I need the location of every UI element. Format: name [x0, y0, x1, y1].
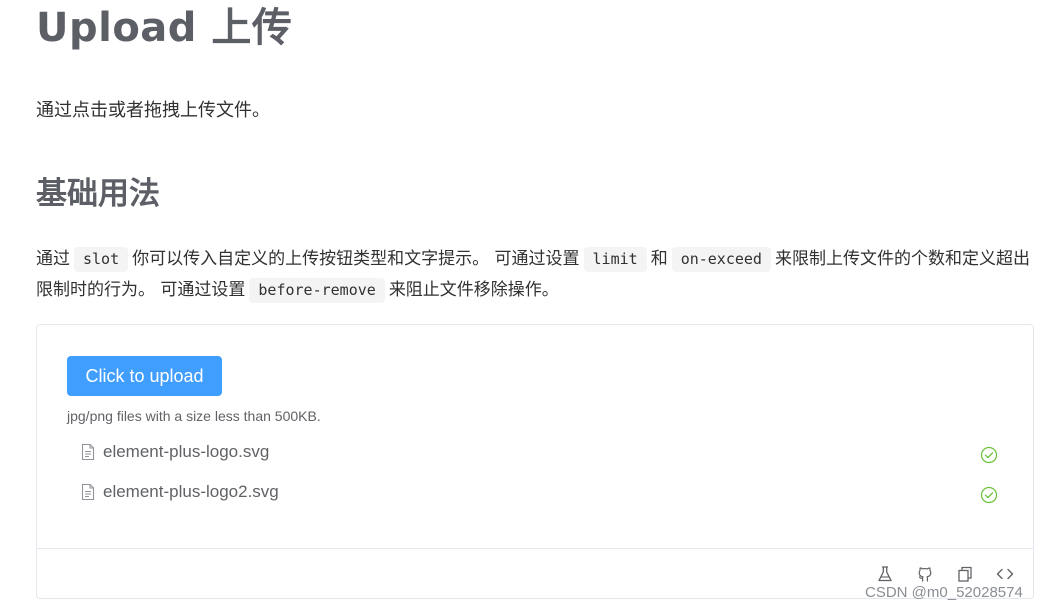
github-icon[interactable]	[914, 563, 936, 585]
code-limit: limit	[583, 247, 647, 272]
copy-icon[interactable]	[954, 563, 976, 585]
upload-file-item[interactable]: element-plus-logo.svg	[67, 437, 1003, 467]
section-description: 通过 slot 你可以传入自定义的上传按钮类型和文字提示。 可通过设置 limit 和 o…	[36, 244, 1031, 306]
code-before-remove: before-remove	[249, 278, 385, 303]
code-icon[interactable]	[994, 563, 1016, 585]
playground-flask-icon[interactable]	[874, 563, 896, 585]
click-to-upload-button[interactable]: Click to upload	[67, 356, 222, 396]
success-check-icon	[979, 445, 999, 465]
page-description: 通过点击或者拖拽上传文件。	[36, 100, 270, 121]
desc-text: 通过	[36, 249, 70, 269]
demo-block: Click to upload jpg/png files with a siz…	[36, 324, 1034, 599]
page-title: Upload 上传	[36, 5, 293, 51]
file-name[interactable]: element-plus-logo.svg	[103, 437, 269, 467]
document-icon	[77, 441, 99, 463]
code-slot: slot	[74, 247, 129, 272]
document-icon	[77, 481, 99, 503]
demo-divider	[37, 548, 1033, 549]
success-check-icon	[979, 485, 999, 505]
file-name[interactable]: element-plus-logo2.svg	[103, 477, 279, 507]
page: Upload 上传 通过点击或者拖拽上传文件。 基础用法 通过 slot 你可以传入…	[0, 0, 1057, 611]
upload-file-item[interactable]: element-plus-logo2.svg	[67, 477, 1003, 507]
csdn-watermark: CSDN @m0_52028574	[865, 584, 1023, 601]
section-title: 基础用法	[36, 176, 160, 212]
code-on-exceed: on-exceed	[671, 247, 771, 272]
upload-tip: jpg/png files with a size less than 500K…	[67, 408, 321, 424]
desc-text: 和	[650, 249, 668, 269]
desc-text: 你可以传入自定义的上传按钮类型和文字提示。 可通过设置	[132, 249, 580, 269]
desc-text: 来阻止文件移除操作。	[388, 280, 559, 300]
